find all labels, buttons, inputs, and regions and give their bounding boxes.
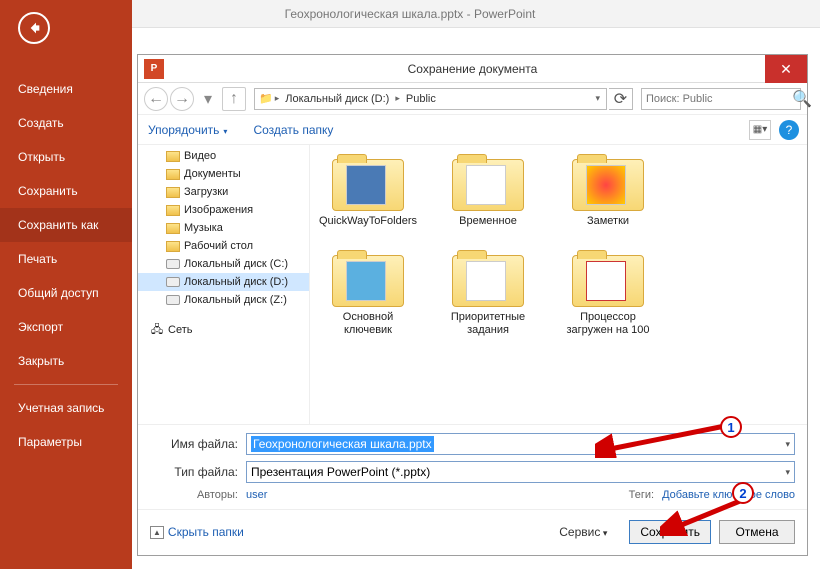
sidebar-item-account[interactable]: Учетная запись [0,391,132,425]
tree-item[interactable]: Загрузки [138,183,309,201]
tree-item[interactable]: Документы [138,165,309,183]
filetype-select[interactable]: Презентация PowerPoint (*.pptx)▾ [246,461,795,483]
folder-icon: 📁 [259,92,273,105]
folder-item[interactable]: Основной ключевик [318,249,418,337]
filename-input[interactable]: Геохронологическая шкала.pptx▾ [246,433,795,455]
nav-forward-button[interactable]: → [170,87,194,111]
folder-item[interactable]: QuickWayToFolders [318,153,418,241]
service-menu[interactable]: Сервис [559,525,607,539]
help-button[interactable]: ? [779,120,799,140]
authors-value[interactable]: user [246,489,267,501]
nav-up-button[interactable]: ↑ [222,87,246,111]
dialog-title: Сохранение документа [138,62,807,76]
filename-label: Имя файла: [150,437,246,451]
network-icon: 🖧 [150,323,164,337]
organize-button[interactable]: Упорядочить [148,123,227,137]
save-dialog: P Сохранение документа ✕ ← → ▾ ↑ 📁▸ Лока… [137,54,808,556]
sidebar-item-close[interactable]: Закрыть [0,344,132,378]
tree-item-drive[interactable]: Локальный диск (C:) [138,255,309,273]
authors-label: Авторы: [150,489,246,501]
sidebar-item-open[interactable]: Открыть [0,140,132,174]
folder-item[interactable]: Процессор загружен на 100 [558,249,658,337]
breadcrumb-folder[interactable]: Public [402,93,440,105]
backstage-sidebar: Сведения Создать Открыть Сохранить Сохра… [0,0,132,569]
folder-item[interactable]: Заметки [558,153,658,241]
refresh-button[interactable]: ⟳ [609,88,633,110]
save-button[interactable]: Сохранить [629,520,711,544]
sidebar-item-export[interactable]: Экспорт [0,310,132,344]
folder-tree: Видео Документы Загрузки Изображения Муз… [138,145,310,424]
tree-item-drive[interactable]: Локальный диск (D:) [138,273,309,291]
sidebar-item-print[interactable]: Печать [0,242,132,276]
search-box[interactable]: 🔍 [641,88,801,110]
filetype-label: Тип файла: [150,465,246,479]
hide-folders-toggle[interactable]: Скрыть папки [150,525,244,539]
folder-item[interactable]: Временное [438,153,538,241]
sidebar-item-options[interactable]: Параметры [0,425,132,459]
folder-item[interactable]: Приоритетные задания [438,249,538,337]
tree-item[interactable]: Видео [138,147,309,165]
file-list: QuickWayToFolders Временное Заметки . Ос… [310,145,807,424]
sidebar-item-save[interactable]: Сохранить [0,174,132,208]
view-mode-button[interactable]: ▦▾ [749,120,771,140]
tags-label: Теги: [622,489,662,501]
tree-item[interactable]: Рабочий стол [138,237,309,255]
search-input[interactable] [642,93,792,105]
cancel-button[interactable]: Отмена [719,520,795,544]
new-folder-button[interactable]: Создать папку [253,123,333,137]
sidebar-item-saveas[interactable]: Сохранить как [0,208,132,242]
search-icon: 🔍 [792,89,812,109]
sidebar-item-new[interactable]: Создать [0,106,132,140]
tree-item-network[interactable]: 🖧Сеть [138,321,309,339]
tree-item[interactable]: Музыка [138,219,309,237]
chevron-down-icon[interactable]: ▾ [196,87,220,111]
nav-back-button[interactable]: ← [144,87,168,111]
arrow-left-icon [26,20,42,36]
tree-item[interactable]: Изображения [138,201,309,219]
back-button[interactable] [18,12,50,44]
tags-value[interactable]: Добавьте ключевое слово [662,489,795,501]
tree-item-drive[interactable]: Локальный диск (Z:) [138,291,309,309]
breadcrumb[interactable]: 📁▸ Локальный диск (D:)▸ Public ▾ [254,88,607,110]
close-button[interactable]: ✕ [765,55,807,83]
sidebar-item-share[interactable]: Общий доступ [0,276,132,310]
breadcrumb-drive[interactable]: Локальный диск (D:) [281,93,393,105]
sidebar-item-info[interactable]: Сведения [0,72,132,106]
